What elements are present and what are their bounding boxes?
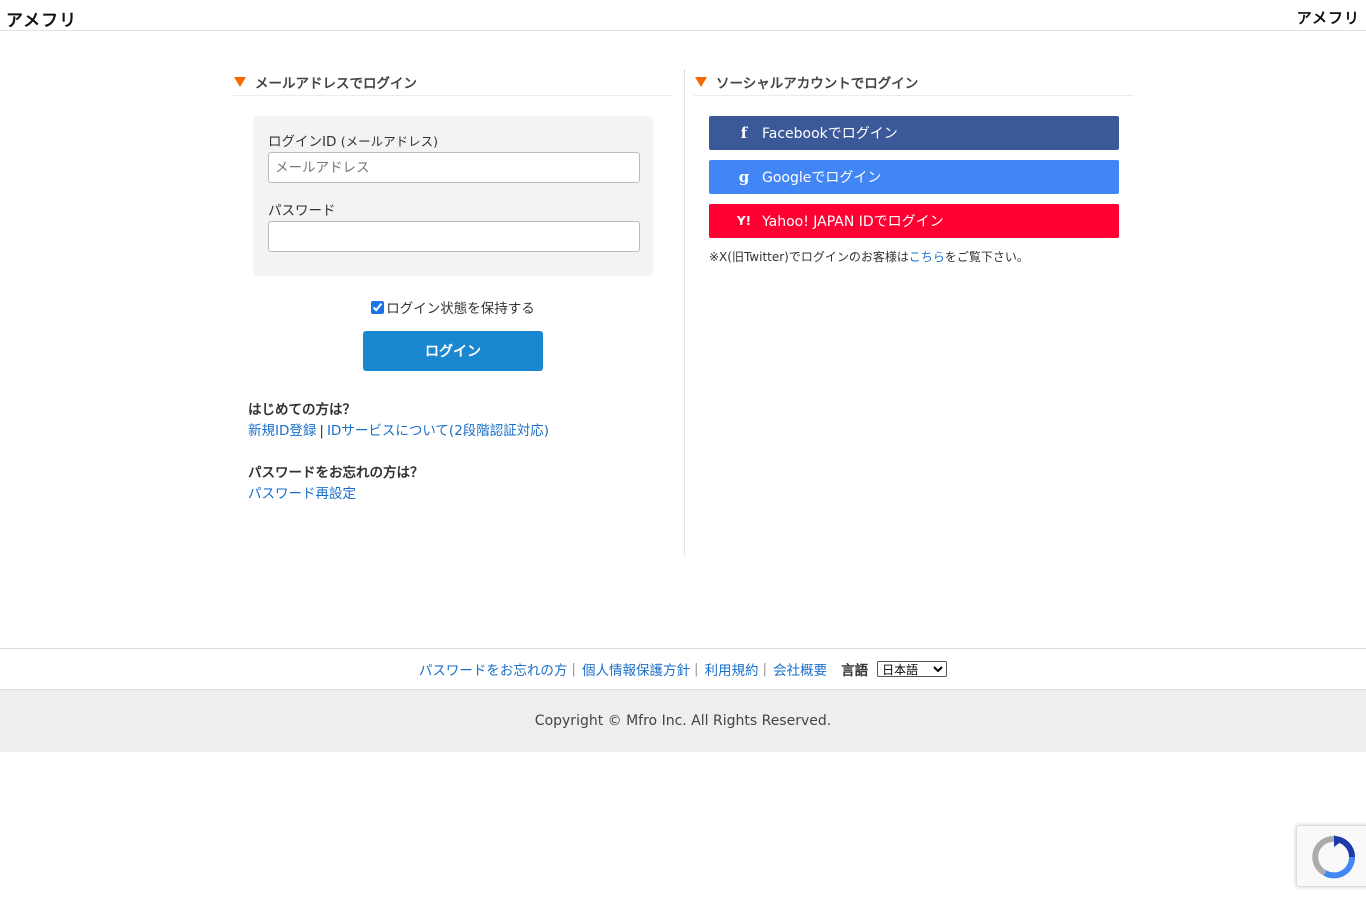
- footer-link-terms[interactable]: 利用規約: [705, 659, 759, 679]
- twitter-login-note: ※X(旧Twitter)でログインのお客様はこちらをご覧下さい。: [709, 248, 1029, 265]
- footer-nav: パスワードをお忘れの方 | 個人情報保護方針 | 利用規約 | 会社概要 言語 日本語: [0, 648, 1366, 690]
- email-login-title: メールアドレスでログイン: [255, 75, 417, 92]
- keep-login-toggle[interactable]: ログイン状態を保持する: [233, 297, 673, 317]
- social-login-heading: ソーシャルアカウントでログイン: [694, 70, 1134, 96]
- login-id-sublabel: (メールアドレス): [340, 134, 438, 149]
- forgot-password-help: パスワードをお忘れの方は？ パスワード再設定: [248, 463, 424, 505]
- site-logo[interactable]: アメフリ: [6, 6, 77, 31]
- logo-text: アメフリ: [6, 11, 78, 31]
- login-id-label-text: ログインID: [268, 134, 337, 150]
- password-reset-link[interactable]: パスワード再設定: [248, 486, 356, 502]
- password-input[interactable]: [268, 221, 640, 252]
- facebook-icon: f: [740, 124, 748, 142]
- recaptcha-badge[interactable]: [1296, 825, 1366, 887]
- yahoo-login-label: Yahoo! JAPAN IDでログイン: [762, 214, 944, 230]
- language-select[interactable]: 日本語: [877, 661, 948, 677]
- yahoo-icon: Y!: [736, 214, 752, 228]
- google-login-button[interactable]: g Googleでログイン: [709, 160, 1119, 194]
- footer-separator: |: [762, 661, 768, 677]
- new-user-help: はじめての方は？ 新規ID登録 | IDサービスについて(2段階認証対応): [248, 400, 549, 442]
- footer-link-company[interactable]: 会社概要: [773, 659, 827, 679]
- twitter-note-suffix: をご覧下さい。: [944, 250, 1029, 264]
- login-id-input[interactable]: [268, 152, 640, 183]
- triangle-icon: [695, 76, 707, 87]
- email-login-section: メールアドレスでログイン ログインID (メールアドレス) パスワード ログイン…: [233, 70, 673, 502]
- forgot-password-question: パスワードをお忘れの方は？: [248, 465, 424, 481]
- keep-login-label: ログイン状態を保持する: [386, 301, 535, 317]
- twitter-note-link[interactable]: こちら: [909, 250, 945, 264]
- id-service-link[interactable]: IDサービスについて(2段階認証対応): [327, 423, 549, 439]
- language-label: 言語: [841, 663, 869, 679]
- footer-separator: |: [693, 661, 699, 677]
- social-login-section: ソーシャルアカウントでログイン f Facebookでログイン g Google…: [684, 70, 1134, 556]
- google-icon: g: [738, 168, 750, 186]
- site-header: アメフリ アメフリ: [0, 0, 1366, 31]
- twitter-note-text: ※X(旧Twitter)でログインのお客様は: [709, 250, 909, 264]
- login-form-box: ログインID (メールアドレス) パスワード: [253, 116, 653, 276]
- footer-link-privacy[interactable]: 個人情報保護方針: [582, 659, 690, 679]
- copyright-bar: Copyright © Mfro Inc. All Rights Reserve…: [0, 690, 1366, 752]
- keep-login-checkbox[interactable]: [371, 300, 385, 314]
- footer-separator: |: [571, 661, 576, 677]
- google-login-label: Googleでログイン: [762, 170, 882, 186]
- triangle-icon: [234, 76, 246, 87]
- copyright-text: Copyright © Mfro Inc. All Rights Reserve…: [534, 713, 832, 729]
- register-link[interactable]: 新規ID登録: [248, 423, 316, 439]
- link-separator: |: [319, 423, 324, 439]
- site-logo-right[interactable]: アメフリ: [1297, 7, 1360, 28]
- email-login-heading: メールアドレスでログイン: [233, 70, 673, 96]
- facebook-login-button[interactable]: f Facebookでログイン: [709, 116, 1119, 150]
- recaptcha-icon: [1312, 835, 1356, 879]
- new-user-question: はじめての方は？: [248, 402, 356, 418]
- footer-link-forgot-password[interactable]: パスワードをお忘れの方: [419, 659, 568, 679]
- login-button[interactable]: ログイン: [363, 331, 543, 371]
- yahoo-login-button[interactable]: Y! Yahoo! JAPAN IDでログイン: [709, 204, 1119, 238]
- logo-text-right: アメフリ: [1296, 9, 1360, 27]
- social-login-title: ソーシャルアカウントでログイン: [716, 75, 919, 92]
- password-label: パスワード: [268, 203, 336, 219]
- login-id-label: ログインID (メールアドレス): [268, 132, 640, 152]
- facebook-login-label: Facebookでログイン: [762, 126, 898, 142]
